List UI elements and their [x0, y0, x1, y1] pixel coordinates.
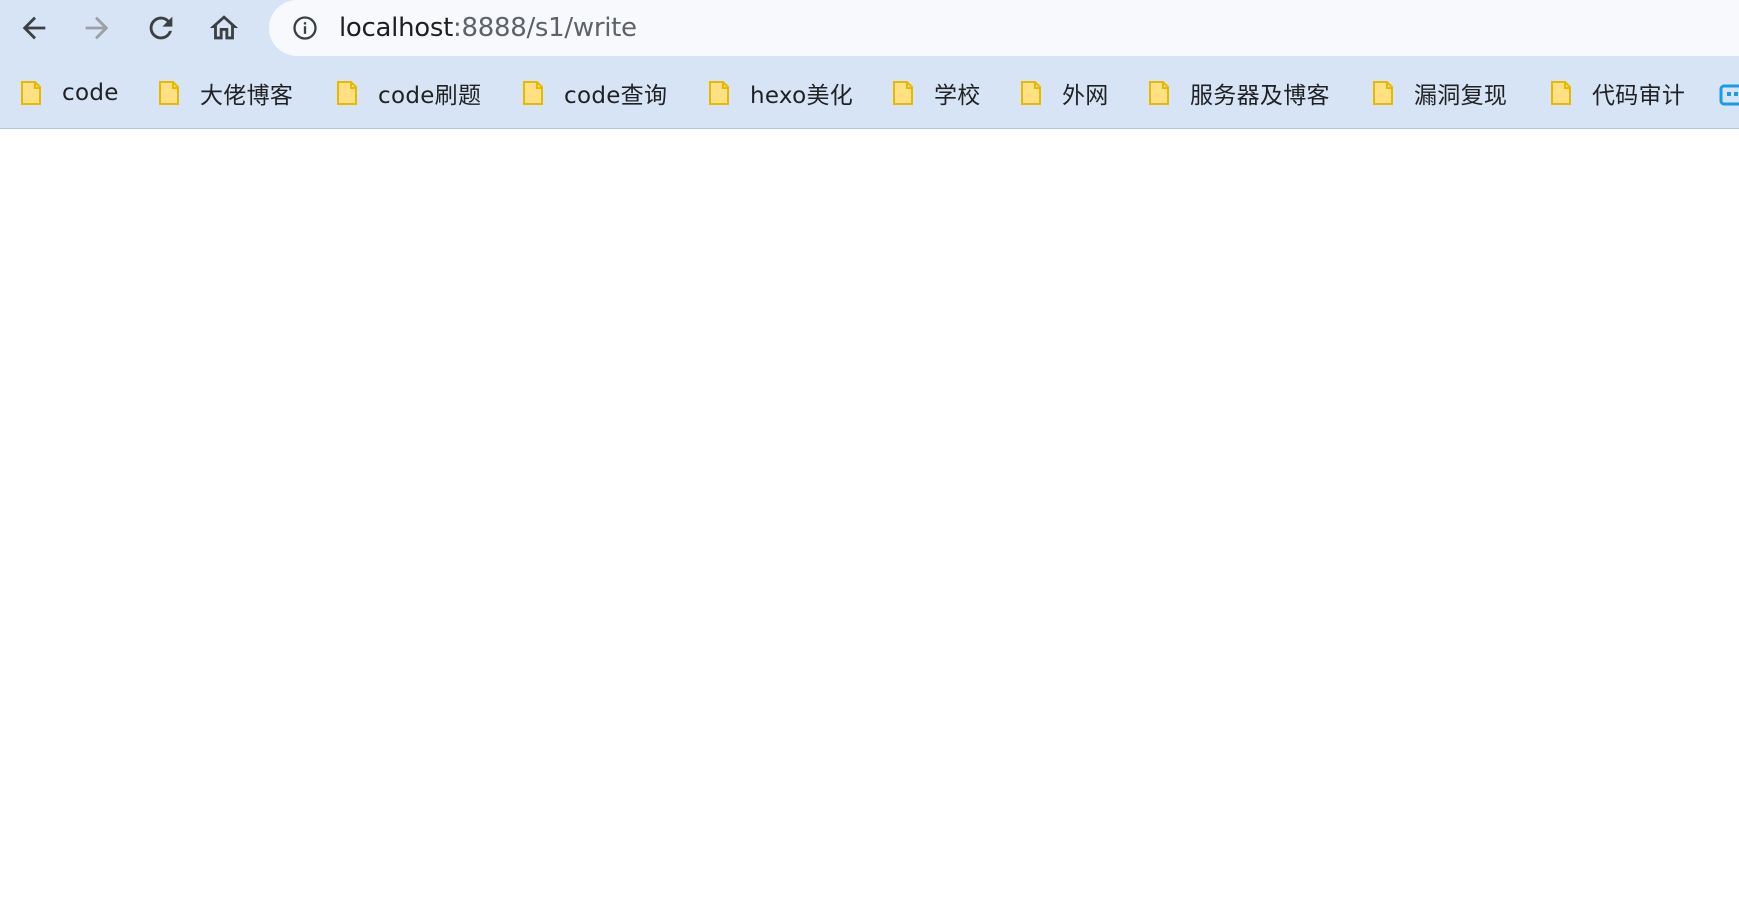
app-shortcut-icon[interactable]	[1718, 80, 1739, 108]
address-bar[interactable]: localhost:8888/s1/write	[269, 0, 1739, 56]
bookmark-folder[interactable]: 漏洞复现	[1372, 66, 1507, 120]
bookmark-label: code	[62, 80, 119, 106]
arrow-left-icon	[22, 16, 46, 40]
url-host: localhost	[339, 13, 454, 43]
reload-icon	[149, 16, 173, 40]
bookmark-label: 代码审计	[1592, 83, 1686, 109]
bookmark-folder[interactable]: hexo美化	[708, 66, 853, 120]
bookmark-label: 大佬博客	[200, 83, 294, 109]
bookmark-folder[interactable]: 大佬博客	[158, 66, 293, 120]
bookmark-folder[interactable]: code	[20, 66, 119, 120]
home-icon	[209, 15, 239, 40]
bookmark-label: hexo美化	[750, 83, 854, 109]
folder-icon	[522, 80, 544, 106]
bookmark-folder[interactable]: 学校	[892, 66, 981, 120]
bookmark-folder[interactable]: 代码审计	[1550, 66, 1685, 120]
folder-icon	[158, 80, 180, 106]
folder-icon	[336, 80, 358, 106]
bookmarks-bar: code 大佬博客 code刷题 code查询 hexo美化 学校 外网 服务器…	[0, 66, 1739, 120]
browser-toolbar: localhost:8888/s1/write	[0, 0, 1739, 56]
arrow-right-icon	[85, 16, 109, 40]
forward-button[interactable]	[77, 8, 117, 48]
bookmark-label: 漏洞复现	[1414, 83, 1508, 109]
home-button[interactable]	[204, 8, 244, 48]
bookmark-label: 服务器及博客	[1190, 83, 1330, 109]
info-circle-icon[interactable]	[291, 14, 319, 42]
reload-button[interactable]	[141, 8, 181, 48]
bookmark-label: 学校	[934, 83, 981, 109]
folder-icon	[892, 80, 914, 106]
page-content	[0, 129, 1739, 900]
bookmark-label: code刷题	[378, 83, 482, 109]
bookmark-folder[interactable]: 服务器及博客	[1148, 66, 1330, 120]
url-path: :8888/s1/write	[453, 13, 637, 43]
folder-icon	[1020, 80, 1042, 106]
bookmark-label: code查询	[564, 83, 668, 109]
back-button[interactable]	[14, 8, 54, 48]
folder-icon	[708, 80, 730, 106]
url-text[interactable]: localhost:8888/s1/write	[339, 13, 637, 43]
bookmark-folder[interactable]: 外网	[1020, 66, 1109, 120]
bookmark-folder[interactable]: code刷题	[336, 66, 481, 120]
folder-icon	[1550, 80, 1572, 106]
bookmark-label: 外网	[1062, 83, 1109, 109]
folder-icon	[1148, 80, 1170, 106]
folder-icon	[1372, 80, 1394, 106]
folder-icon	[20, 80, 42, 106]
bookmark-folder[interactable]: code查询	[522, 66, 667, 120]
browser-chrome: localhost:8888/s1/write code 大佬博客 code刷题…	[0, 0, 1739, 129]
